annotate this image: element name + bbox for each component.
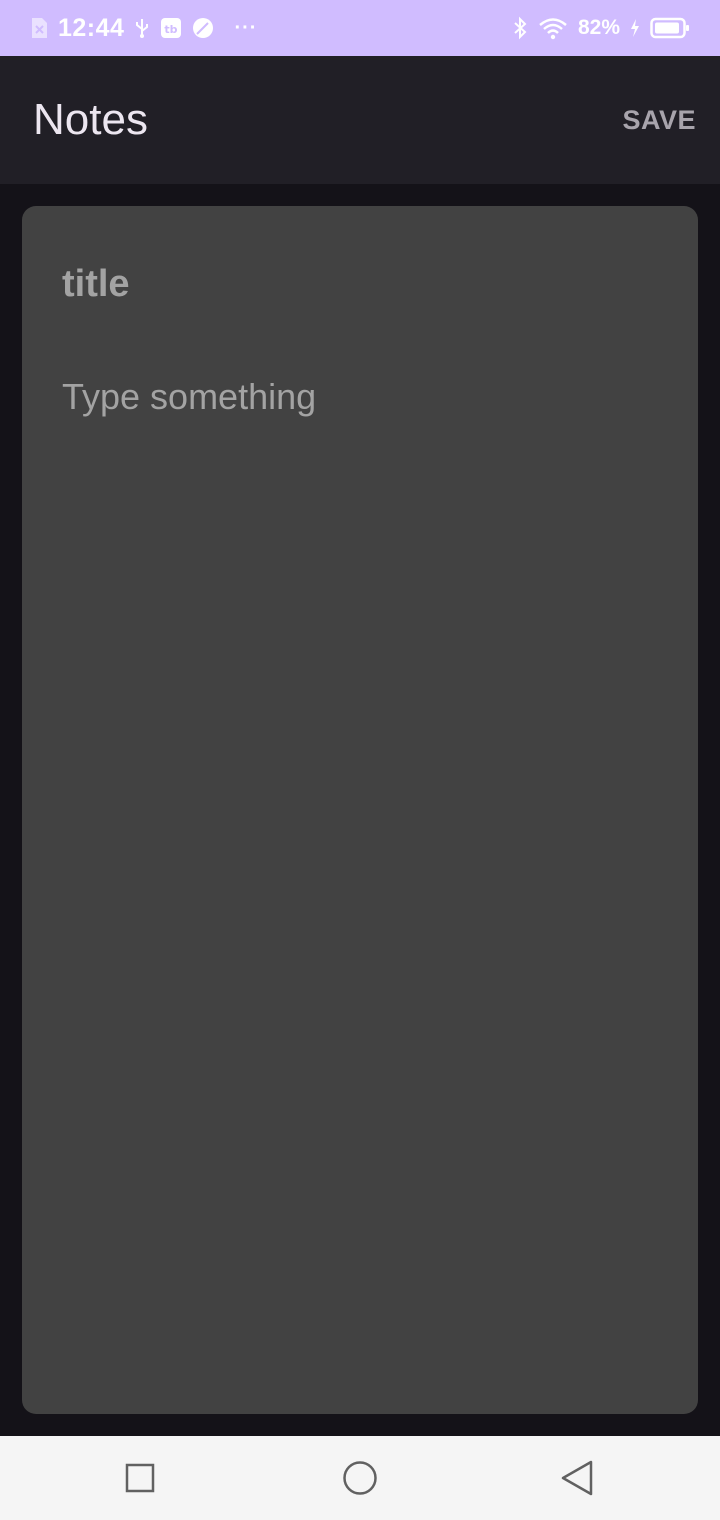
back-icon xyxy=(561,1460,593,1496)
home-icon xyxy=(343,1461,377,1495)
more-notifications-indicator: ··· xyxy=(234,16,258,39)
recents-icon xyxy=(125,1463,155,1493)
status-bar-right: 82% xyxy=(512,16,690,40)
svg-text:tb: tb xyxy=(165,23,178,36)
home-button[interactable] xyxy=(340,1458,380,1498)
app-bar: Notes SAVE xyxy=(0,56,720,184)
recents-button[interactable] xyxy=(120,1458,160,1498)
sim-off-icon xyxy=(30,16,48,40)
note-title-input[interactable] xyxy=(62,262,658,306)
battery-percent: 82% xyxy=(577,16,620,39)
status-bar: 12:44 tb ··· 82% xyxy=(0,0,720,56)
system-nav-bar xyxy=(0,1436,720,1520)
back-button[interactable] xyxy=(558,1458,598,1498)
status-bar-left: 12:44 tb ··· xyxy=(30,14,257,43)
leaf-icon xyxy=(192,17,214,39)
bluetooth-icon xyxy=(512,16,528,40)
notification-app-icon: tb xyxy=(160,17,182,39)
battery-icon xyxy=(650,17,690,39)
page-title: Notes xyxy=(33,95,148,144)
note-card xyxy=(22,206,698,1414)
note-body-input[interactable] xyxy=(62,376,658,1356)
usb-icon xyxy=(134,17,150,39)
wifi-icon xyxy=(538,16,568,40)
clock: 12:44 xyxy=(58,13,125,42)
charging-bolt-icon xyxy=(630,19,640,37)
save-button[interactable]: SAVE xyxy=(622,97,696,144)
